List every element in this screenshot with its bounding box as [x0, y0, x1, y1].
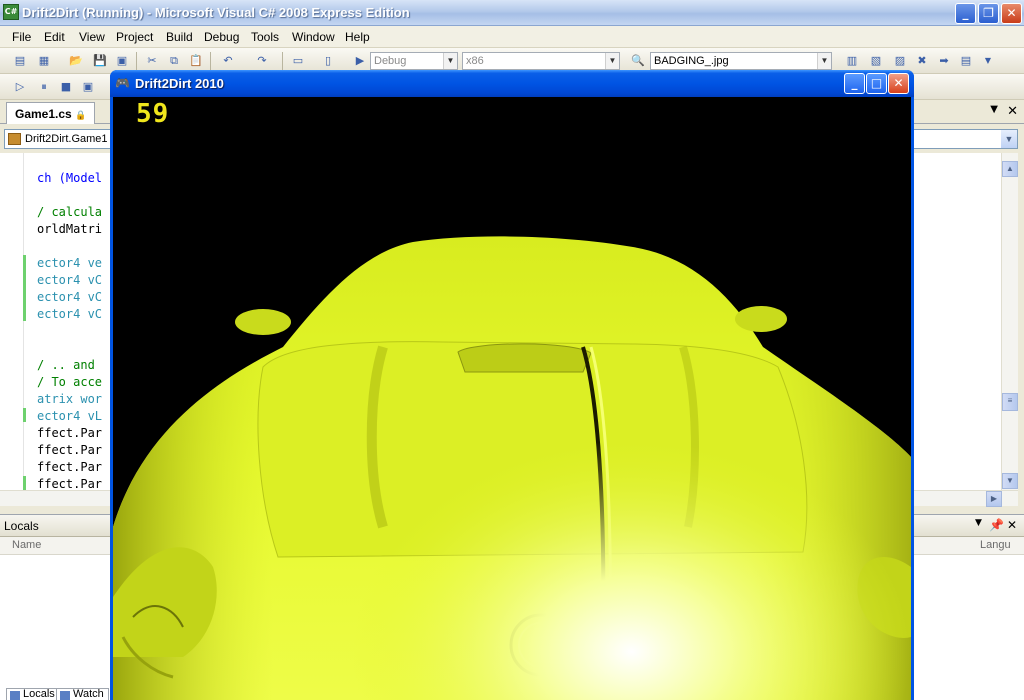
code-line: ector4 ve: [37, 256, 103, 270]
object-browser-icon[interactable]: ▨: [892, 53, 908, 69]
menu-bar: File Edit View Project Build Debug Tools…: [0, 26, 1024, 48]
comment-icon[interactable]: ▯: [320, 53, 336, 69]
new-project-icon[interactable]: ▤: [12, 53, 28, 69]
active-files-dropdown-icon[interactable]: ▼: [990, 104, 998, 115]
code-line: ffect.Par: [37, 460, 103, 474]
continue-icon[interactable]: ▷: [12, 79, 28, 95]
scroll-down-icon[interactable]: ▼: [1002, 473, 1018, 489]
car-render: [113, 97, 911, 700]
game-titlebar[interactable]: 🎮 Drift2Dirt 2010 _ □ ✕: [110, 70, 914, 97]
gutter: [0, 153, 24, 493]
game-window[interactable]: 🎮 Drift2Dirt 2010 _ □ ✕ 59: [110, 70, 914, 700]
code-line: atrix wor: [37, 392, 103, 406]
menu-debug[interactable]: Debug: [204, 30, 239, 44]
menu-view[interactable]: View: [79, 30, 105, 44]
save-icon[interactable]: 💾: [92, 53, 108, 69]
game-minimize-button[interactable]: _: [844, 73, 865, 94]
window-position-icon[interactable]: ▼: [975, 518, 982, 528]
pin-icon[interactable]: 📌: [989, 518, 1004, 532]
find-combo[interactable]: BADGING_.jpg ▼: [650, 52, 832, 70]
copy-icon[interactable]: ⧉: [166, 53, 182, 69]
code-line: / calcula: [37, 205, 103, 219]
code-line: ector4 vC: [37, 307, 103, 321]
fps-counter: 59: [136, 99, 170, 129]
locals-icon: [10, 691, 20, 700]
change-marker: [23, 408, 26, 422]
menu-help[interactable]: Help: [345, 30, 370, 44]
scroll-right-icon[interactable]: ▶: [986, 491, 1002, 507]
menu-build[interactable]: Build: [166, 30, 193, 44]
properties-icon[interactable]: ▧: [868, 53, 884, 69]
window-title: Drift2Dirt (Running) - Microsoft Visual …: [22, 5, 410, 20]
lock-icon: 🔒: [75, 110, 87, 120]
menu-edit[interactable]: Edit: [44, 30, 65, 44]
game-maximize-button[interactable]: □: [866, 73, 887, 94]
open-file-icon[interactable]: 📂: [68, 53, 84, 69]
add-item-icon[interactable]: ▦: [36, 53, 52, 69]
toolbox-icon[interactable]: ✖: [914, 53, 930, 69]
start-page-icon[interactable]: ➡: [936, 53, 952, 69]
class-icon: [8, 133, 21, 145]
menu-window[interactable]: Window: [292, 30, 335, 44]
game-close-button[interactable]: ✕: [888, 73, 909, 94]
code-line: ector4 vC: [37, 290, 103, 304]
tab-locals[interactable]: Locals: [6, 688, 60, 700]
code-line: ector4 vC: [37, 273, 103, 287]
find-in-files-icon[interactable]: 🔍: [630, 53, 646, 69]
minimize-button[interactable]: _: [955, 3, 976, 24]
game-controller-icon: 🎮: [115, 76, 130, 90]
cut-icon[interactable]: ✂: [144, 53, 160, 69]
restart-icon[interactable]: ▣: [80, 79, 96, 95]
code-line: ffect.Par: [37, 477, 103, 491]
solution-platform-combo[interactable]: x86 ▼: [462, 52, 620, 70]
code-line: ector4 vL: [37, 409, 103, 423]
close-panel-icon[interactable]: ✕: [1007, 518, 1017, 532]
scroll-up-icon[interactable]: ▲: [1002, 161, 1018, 177]
tab-game1-cs[interactable]: Game1.cs 🔒: [6, 102, 96, 124]
close-button[interactable]: ✕: [1001, 3, 1022, 24]
start-debugging-icon[interactable]: ▶: [352, 53, 368, 69]
menu-tools[interactable]: Tools: [251, 30, 279, 44]
game-window-title: Drift2Dirt 2010: [135, 76, 224, 91]
navigate-icon[interactable]: ▭: [290, 53, 306, 69]
toolbar-options-icon[interactable]: ▼: [980, 53, 996, 69]
code-line: ffect.Par: [37, 426, 103, 440]
stop-debugging-icon[interactable]: ■: [58, 79, 74, 95]
solution-config-combo[interactable]: Debug ▼: [370, 52, 458, 70]
vs-titlebar[interactable]: C# Drift2Dirt (Running) - Microsoft Visu…: [0, 0, 1024, 26]
change-marker: [23, 255, 26, 321]
undo-icon[interactable]: ↶: [220, 53, 236, 69]
close-document-icon[interactable]: ✕: [1007, 104, 1018, 119]
menu-project[interactable]: Project: [116, 30, 153, 44]
locals-title: Locals: [4, 519, 39, 533]
code-line: orldMatri: [37, 222, 103, 236]
game-viewport[interactable]: 59: [113, 97, 911, 700]
more-icon[interactable]: ▤: [958, 53, 974, 69]
paste-icon[interactable]: 📋: [188, 53, 204, 69]
break-all-icon[interactable]: ⏸: [36, 79, 52, 95]
code-line: ch (Model: [37, 171, 103, 185]
code-line: / To acce: [37, 375, 103, 389]
scroll-thumb[interactable]: ≡: [1002, 393, 1018, 411]
column-language[interactable]: Langu: [980, 539, 1011, 551]
change-marker: [23, 476, 26, 490]
vs-app-icon: C#: [3, 4, 19, 20]
solution-explorer-icon[interactable]: ▥: [844, 53, 860, 69]
redo-icon[interactable]: ↷: [254, 53, 270, 69]
menu-file[interactable]: File: [12, 30, 31, 44]
column-name[interactable]: Name: [12, 539, 41, 551]
restore-button[interactable]: ❐: [978, 3, 999, 24]
tab-watch[interactable]: Watch: [56, 688, 109, 700]
code-line: ffect.Par: [37, 443, 103, 457]
editor-vertical-scrollbar[interactable]: ▲ ≡ ▼: [1001, 153, 1018, 495]
watch-icon: [60, 691, 70, 700]
code-line: / .. and: [37, 358, 95, 372]
save-all-icon[interactable]: ▣: [114, 53, 130, 69]
